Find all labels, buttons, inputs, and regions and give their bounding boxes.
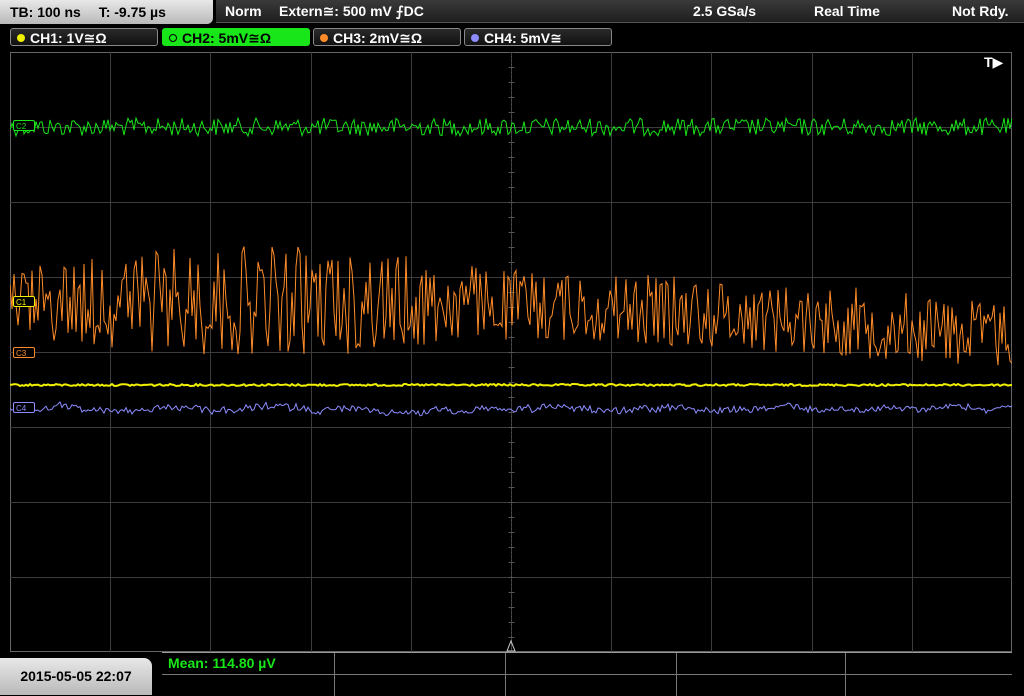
channel-2-button[interactable]: CH2: 5mV≅Ω — [162, 28, 310, 46]
acquisition-status-strip[interactable]: Norm Extern≅: 500 mV ⨍DC 2.5 GSa/s Real … — [216, 0, 1024, 23]
trigger-level-marker: T▶ — [984, 54, 1004, 70]
timebase-value: TB: 100 ns — [10, 4, 81, 20]
channel-3-dot-icon — [320, 34, 328, 42]
channel-4-dot-icon — [471, 34, 479, 42]
trigger-mode: Norm — [225, 3, 262, 19]
graticule — [10, 52, 1012, 652]
timebase-box[interactable]: TB: 100 ns T: -9.75 µs — [0, 0, 213, 24]
acquisition-mode: Real Time — [814, 3, 880, 19]
channel-1-button[interactable]: CH1: 1V≅Ω — [10, 28, 158, 46]
measurement-row-divider — [162, 674, 1012, 675]
top-status-bar: TB: 100 ns T: -9.75 µs Norm Extern≅: 500… — [0, 0, 1024, 24]
channel-2-dot-icon — [169, 34, 177, 42]
sample-rate: 2.5 GSa/s — [693, 3, 757, 19]
channel-1-label: CH1: 1V≅Ω — [30, 30, 107, 46]
date-time-display: 2015-05-05 22:07 — [0, 658, 152, 695]
trigger-time-value: T: -9.75 µs — [98, 4, 166, 20]
channel-bar: CH1: 1V≅Ω CH2: 5mV≅Ω CH3: 2mV≅Ω CH4: 5mV… — [0, 26, 1024, 48]
channel-3-label: CH3: 2mV≅Ω — [333, 30, 423, 46]
channel-4-label: CH4: 5mV≅ — [484, 30, 562, 46]
channel-3-offset-marker[interactable]: C3 — [13, 347, 35, 358]
measurement-panel: Mean: 114.80 µV — [162, 652, 1012, 696]
channel-1-dot-icon — [17, 34, 25, 42]
channel-2-offset-marker[interactable]: C2 — [13, 120, 35, 131]
waveform-grid — [10, 52, 1012, 652]
channel-2-label: CH2: 5mV≅Ω — [182, 30, 272, 46]
channel-1-offset-marker[interactable]: C1 — [13, 296, 35, 307]
channel-3-button[interactable]: CH3: 2mV≅Ω — [313, 28, 461, 46]
channel-4-button[interactable]: CH4: 5mV≅ — [464, 28, 612, 46]
mean-measurement: Mean: 114.80 µV — [168, 655, 276, 671]
channel-1-trace — [10, 382, 1012, 388]
ready-status: Not Rdy. — [952, 3, 1009, 19]
trigger-source: Extern≅: 500 mV ⨍DC — [279, 3, 424, 19]
channel-4-offset-marker[interactable]: C4 — [13, 402, 35, 413]
waveform-display[interactable] — [10, 52, 1012, 652]
